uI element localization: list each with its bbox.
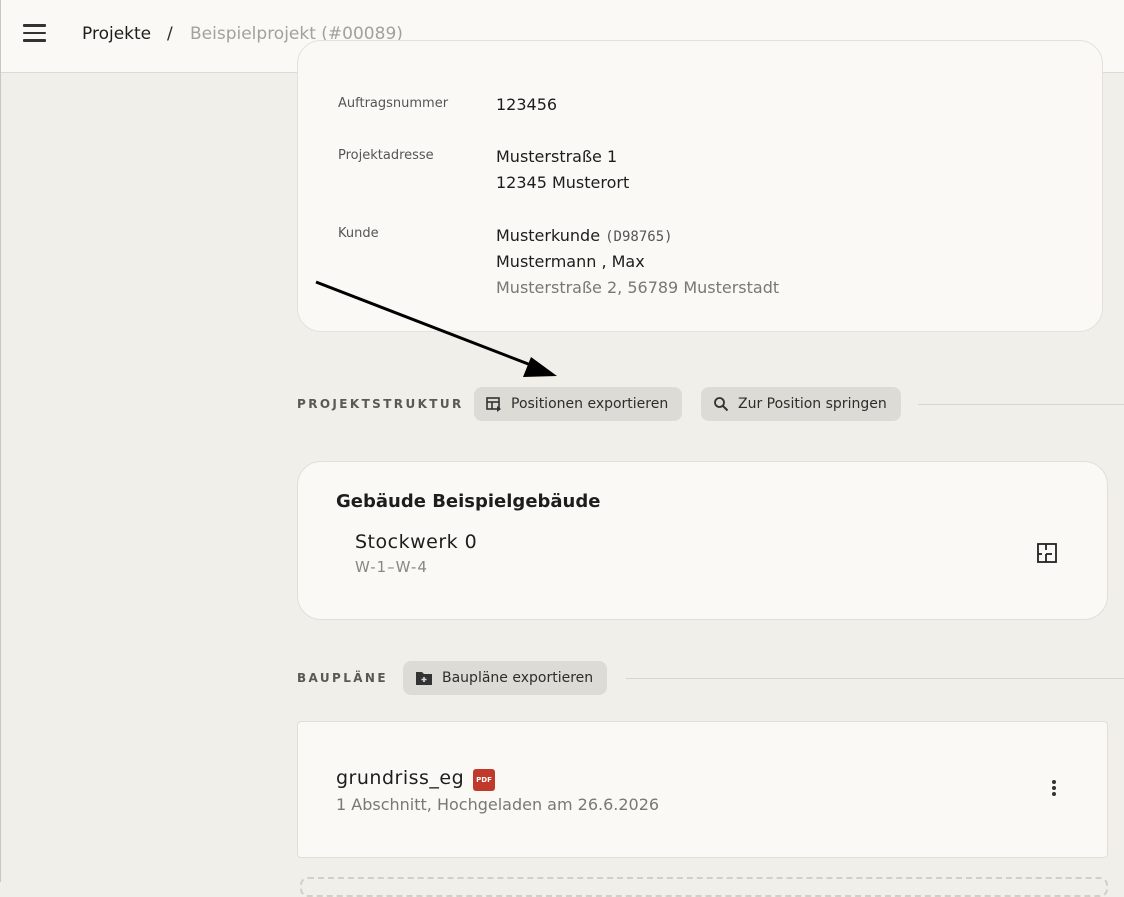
jump-to-position-button[interactable]: Zur Position springen <box>701 387 901 421</box>
plan-file-name[interactable]: grundriss_eg <box>336 767 464 789</box>
plan-card[interactable] <box>297 721 1108 858</box>
upload-dropzone[interactable] <box>300 877 1108 897</box>
floorplan-icon[interactable] <box>1035 541 1059 565</box>
building-title: Gebäude Beispielgebäude <box>336 491 601 512</box>
export-plans-label: Baupläne exportieren <box>442 670 594 686</box>
jump-to-position-label: Zur Position springen <box>738 396 887 412</box>
structure-divider <box>918 404 1124 405</box>
search-icon <box>714 397 729 412</box>
floor-name[interactable]: Stockwerk 0 <box>355 531 477 553</box>
export-positions-label: Positionen exportieren <box>511 396 669 412</box>
more-options-icon[interactable] <box>1044 778 1064 802</box>
plans-section-label: BAUPLÄNE <box>297 671 388 685</box>
table-export-icon <box>486 397 501 412</box>
floor-position-range: W-1–W-4 <box>355 558 428 576</box>
export-plans-button[interactable]: Baupläne exportieren <box>403 661 608 695</box>
folder-export-icon <box>416 672 432 685</box>
plan-meta: 1 Abschnitt, Hochgeladen am 26.6.2026 <box>336 795 660 814</box>
pdf-icon: PDF <box>473 769 495 791</box>
structure-section-label: PROJEKTSTRUKTUR <box>297 397 464 411</box>
export-positions-button[interactable]: Positionen exportieren <box>474 387 683 421</box>
plans-divider <box>626 678 1124 679</box>
